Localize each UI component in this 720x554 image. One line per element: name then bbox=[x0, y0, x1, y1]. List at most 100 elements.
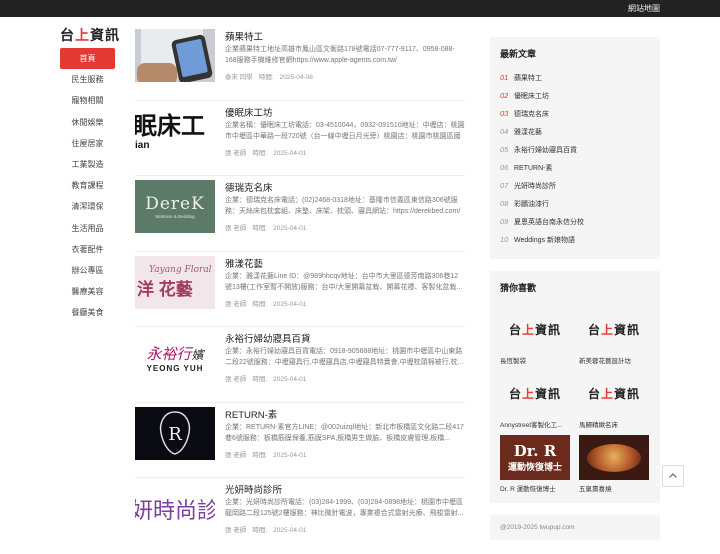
post-thumbnail[interactable]: R bbox=[135, 406, 215, 460]
post-card: Yayang Floral 洋 花藝 雅漾花藝 企業：雅漾花藝Line ID：@… bbox=[135, 252, 465, 327]
nav-item-clothing[interactable]: 衣著配件 bbox=[60, 239, 115, 260]
post-card: 永裕行嬪 YEONG YUH 永裕行婦幼寢具百貨 企業：永裕行婦幼寢具百貨電話：… bbox=[135, 327, 465, 403]
recommended-caption[interactable]: 長恆製袋 bbox=[500, 355, 570, 365]
post-excerpt: 企業名稱：優眠床工坊電話：03-4510044，0932-091510地址：中壢… bbox=[225, 121, 465, 140]
latest-item[interactable]: 08 彩鵬油漆行 bbox=[500, 195, 650, 213]
placeholder-logo: 台上資訊 bbox=[508, 323, 562, 337]
svg-text:R: R bbox=[168, 424, 182, 445]
post-title[interactable]: 雅漾花藝 bbox=[225, 256, 263, 270]
recommended-caption[interactable]: Annystreet客製化工... bbox=[500, 419, 570, 429]
recommended-thumbnail[interactable]: Dr. R 運動恢復博士 bbox=[500, 435, 570, 480]
nav-item-pets[interactable]: 寵物相關 bbox=[60, 90, 115, 111]
recommended-item[interactable]: 台上資訊 Annystreet客製化工... bbox=[500, 371, 570, 429]
recommended-caption[interactable]: 五稟壽喜燒 bbox=[579, 483, 649, 493]
latest-item-title[interactable]: 蘋果特工 bbox=[514, 75, 542, 82]
recommended-item[interactable]: 台上資訊 馬歸精緻名床 bbox=[579, 371, 649, 429]
latest-item-title[interactable]: Weddings 新娘物語 bbox=[514, 237, 575, 244]
footer-copyright: @2019-2025 twupup.com bbox=[490, 515, 660, 540]
rank-number: 08 bbox=[500, 199, 509, 208]
post-title[interactable]: 德瑞克名床 bbox=[225, 180, 273, 194]
time-label: 時間: bbox=[258, 74, 274, 81]
post-thumbnail[interactable]: DereK Mattress & Bedding bbox=[135, 180, 215, 233]
thumb-logo-text: 妍時尚診 bbox=[135, 497, 215, 523]
post-thumbnail[interactable] bbox=[135, 29, 215, 82]
nav-item-food[interactable]: 餐廳美食 bbox=[60, 302, 115, 323]
recommended-caption[interactable]: 馬歸精緻名床 bbox=[579, 419, 649, 429]
thumb-logo-sub: Mattress & Bedding bbox=[155, 214, 195, 219]
latest-item[interactable]: 07 光妍時尚診所 bbox=[500, 177, 650, 195]
recommended-item[interactable]: 台上資訊 新美蓉花藝設計坊 bbox=[579, 307, 649, 365]
post-date: 2025-04-01 bbox=[273, 300, 307, 308]
thumb-logo-text: 眠床工 bbox=[135, 111, 205, 140]
logo-text-1: 台 bbox=[60, 28, 75, 44]
recommended-thumbnail[interactable]: 台上資訊 bbox=[500, 371, 570, 416]
time-label: 時間: bbox=[252, 527, 268, 534]
return-logo-icon: R bbox=[159, 411, 191, 455]
nav-item-office[interactable]: 辦公專區 bbox=[60, 260, 115, 281]
latest-item-title[interactable]: 德瑞克名床 bbox=[514, 111, 549, 118]
recommended-item[interactable]: 台上資訊 長恆製袋 bbox=[500, 307, 570, 365]
post-title[interactable]: 永裕行婦幼寢具百貨 bbox=[225, 331, 311, 345]
nav-item-home-living[interactable]: 住屋居家 bbox=[60, 133, 115, 154]
latest-item[interactable]: 09 夏恩英語台南永信分校 bbox=[500, 213, 650, 231]
recommended-item[interactable]: 五稟壽喜燒 bbox=[579, 435, 649, 493]
thumb-logo-sub: ian bbox=[135, 139, 150, 151]
rank-number: 09 bbox=[500, 217, 509, 226]
post-title[interactable]: RETURN-素 bbox=[225, 407, 277, 421]
post-card: R RETURN-素 企業：RETURN-素官方LINE：@002uizql地址… bbox=[135, 403, 465, 478]
post-meta: 張 老師 時間: 2025-04-01 bbox=[225, 147, 312, 157]
latest-item[interactable]: 03 德瑞克名床 bbox=[500, 105, 650, 123]
back-to-top-button[interactable] bbox=[662, 465, 684, 487]
latest-item-title[interactable]: 彩鵬油漆行 bbox=[514, 201, 549, 208]
nav-item-industry[interactable]: 工業製造 bbox=[60, 154, 115, 175]
post-meta: 張 老師 時間: 2025-04-01 bbox=[225, 222, 312, 232]
latest-item-title[interactable]: 優眠床工坊 bbox=[514, 93, 549, 100]
placeholder-logo: 台上資訊 bbox=[508, 387, 562, 401]
sitemap-link[interactable]: 網站地圖 bbox=[628, 3, 660, 14]
latest-item[interactable]: 04 雅漾花藝 bbox=[500, 123, 650, 141]
latest-item-title[interactable]: 夏恩英語台南永信分校 bbox=[514, 219, 584, 226]
time-label: 時間: bbox=[252, 300, 268, 308]
rank-number: 02 bbox=[500, 91, 509, 100]
post-title[interactable]: 光妍時尚診所 bbox=[225, 482, 282, 496]
nav-item-cleaning[interactable]: 清潔環保 bbox=[60, 196, 115, 217]
latest-item[interactable]: 01 蘋果特工 bbox=[500, 69, 650, 87]
recommended-thumbnail[interactable]: 台上資訊 bbox=[579, 371, 649, 416]
recommended-caption[interactable]: Dr. R 運動恢復博士 bbox=[500, 483, 570, 493]
logo-text-2: 上 bbox=[75, 28, 90, 44]
nav-item-home[interactable]: 首頁 bbox=[60, 48, 115, 70]
post-thumbnail[interactable]: 永裕行嬪 YEONG YUH bbox=[135, 331, 215, 384]
latest-item[interactable]: 06 RETURN-素 bbox=[500, 159, 650, 177]
post-author: 泰來 同學 bbox=[225, 74, 253, 81]
site-logo[interactable]: 台上資訊 bbox=[60, 25, 120, 45]
post-thumbnail[interactable]: 眠床工 ian bbox=[135, 104, 215, 158]
nav-item-livelihood[interactable]: 民生服務 bbox=[60, 69, 115, 90]
recommended-thumbnail[interactable]: 台上資訊 bbox=[579, 307, 649, 352]
latest-item-title[interactable]: RETURN-素 bbox=[514, 165, 553, 172]
latest-item-title[interactable]: 光妍時尚診所 bbox=[514, 183, 556, 190]
latest-item-title[interactable]: 雅漾花藝 bbox=[514, 129, 542, 136]
nav-item-goods[interactable]: 生活用品 bbox=[60, 218, 115, 239]
latest-item-title[interactable]: 永裕行婦幼寢具百貨 bbox=[514, 147, 577, 154]
latest-item[interactable]: 10 Weddings 新娘物語 bbox=[500, 231, 650, 249]
recommended-thumbnail[interactable] bbox=[579, 435, 649, 480]
post-title[interactable]: 優眠床工坊 bbox=[225, 105, 273, 119]
recommended-thumbnail[interactable]: 台上資訊 bbox=[500, 307, 570, 352]
post-author: 張 老師 bbox=[225, 527, 247, 534]
recommended-item[interactable]: Dr. R 運動恢復博士 Dr. R 運動恢復博士 bbox=[500, 435, 570, 493]
widget-title: 最新文章 bbox=[500, 49, 537, 59]
nav-item-medical-beauty[interactable]: 醫療美容 bbox=[60, 281, 115, 302]
recommended-caption[interactable]: 新美蓉花藝設計坊 bbox=[579, 355, 649, 365]
post-thumbnail[interactable]: Yayang Floral 洋 花藝 bbox=[135, 255, 215, 309]
latest-item[interactable]: 02 優眠床工坊 bbox=[500, 87, 650, 105]
time-label: 時間: bbox=[252, 376, 268, 383]
post-title[interactable]: 蘋果特工 bbox=[225, 29, 263, 43]
latest-item[interactable]: 05 永裕行婦幼寢具百貨 bbox=[500, 141, 650, 159]
post-thumbnail[interactable]: 妍時尚診 bbox=[135, 482, 215, 535]
nav-item-leisure[interactable]: 休閒娛樂 bbox=[60, 112, 115, 133]
post-meta: 張 老師 時間: 2025-04-01 bbox=[225, 524, 312, 534]
nav-item-education[interactable]: 教育課程 bbox=[60, 175, 115, 196]
post-meta: 張 老師 時間: 2025-04-01 bbox=[225, 298, 312, 308]
placeholder-logo: 台上資訊 bbox=[587, 323, 641, 337]
post-author: 張 老師 bbox=[225, 300, 247, 308]
